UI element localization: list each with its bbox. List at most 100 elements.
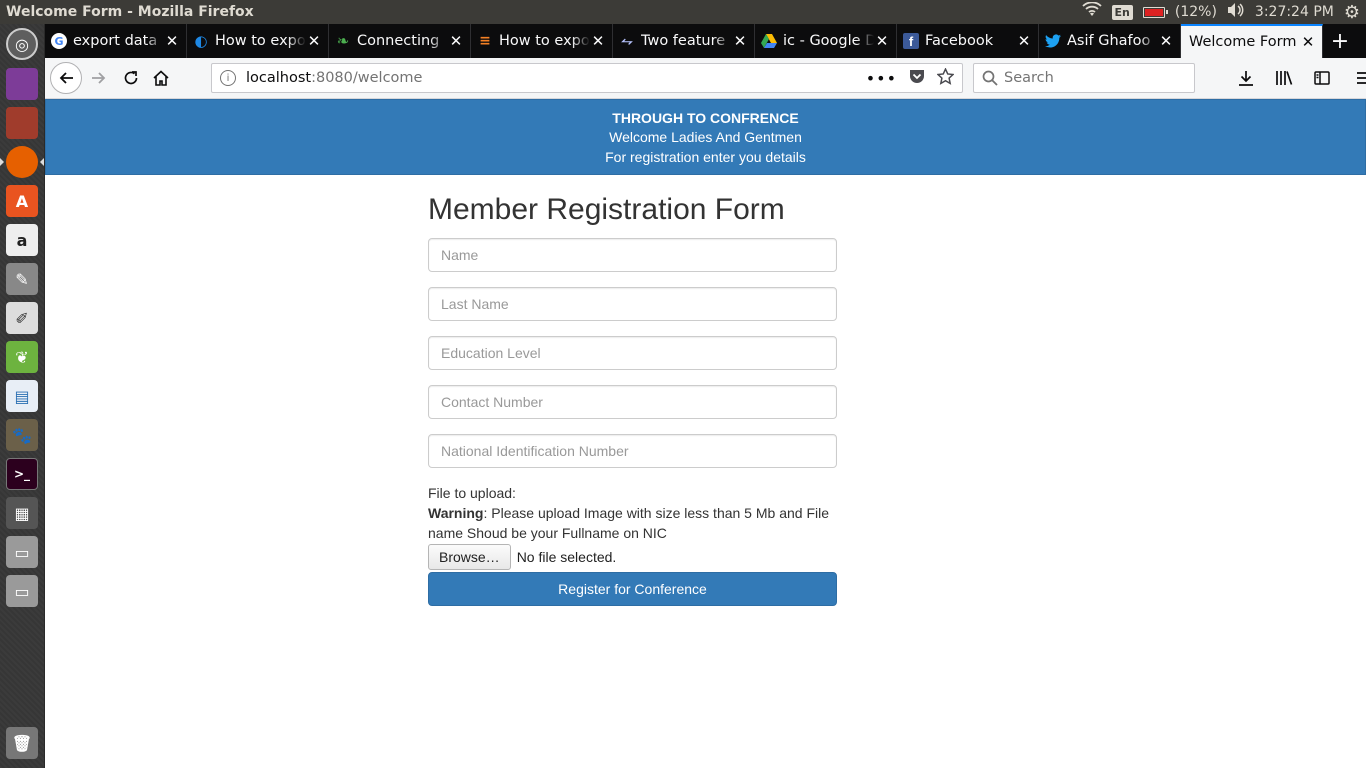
software-center-icon[interactable]: A <box>6 185 38 217</box>
tab[interactable]: ic - Google D ✕ <box>755 24 897 58</box>
libreoffice-writer-icon[interactable]: ▤ <box>6 380 38 412</box>
drive-icon-1[interactable]: ▭ <box>6 536 38 568</box>
tab[interactable]: ≡ How to expo ✕ <box>471 24 613 58</box>
tab[interactable]: f Facebook ✕ <box>897 24 1039 58</box>
focused-indicator <box>40 158 44 166</box>
upload-warning: Warning: Please upload Image with size l… <box>428 503 837 543</box>
terminal-icon[interactable]: >_ <box>6 458 38 490</box>
firefox-icon[interactable] <box>6 146 38 178</box>
header-banner: THROUGH TO CONFRENCE Welcome Ladies And … <box>45 99 1366 175</box>
contact-number-input[interactable] <box>428 385 837 419</box>
file-status: No file selected. <box>516 549 617 565</box>
ubuntu-dash-icon[interactable]: ◎ <box>6 28 38 60</box>
tab[interactable]: Asif Ghafoo ✕ <box>1039 24 1181 58</box>
banner-welcome: Welcome Ladies And Gentmen <box>609 129 802 145</box>
close-tab-icon[interactable]: ✕ <box>1016 32 1032 50</box>
url-path: :8080/welcome <box>311 70 423 86</box>
top-panel: Welcome Form - Mozilla Firefox En (12%) … <box>0 0 1366 24</box>
close-tab-icon[interactable]: ✕ <box>306 32 322 50</box>
banner-instructions: For registration enter you details <box>605 149 806 165</box>
tab[interactable]: ⥊ Two feature ✕ <box>613 24 755 58</box>
settings-tools-icon[interactable]: ✎ <box>6 263 38 295</box>
search-bar[interactable] <box>973 63 1195 93</box>
tab-title: How to expo <box>215 33 306 49</box>
upload-section: File to upload: Warning: Please upload I… <box>428 483 837 570</box>
library-button[interactable] <box>1269 63 1299 93</box>
close-tab-icon[interactable]: ✕ <box>590 32 606 50</box>
tab[interactable]: G export data ✕ <box>45 24 187 58</box>
close-tab-icon[interactable]: ✕ <box>1300 33 1316 51</box>
trash-icon[interactable]: 🗑 <box>6 727 38 759</box>
new-tab-button[interactable]: + <box>1325 24 1355 58</box>
volume-icon[interactable] <box>1227 2 1245 22</box>
search-input[interactable] <box>1004 70 1194 86</box>
hamburger-menu-icon <box>1357 72 1366 84</box>
pocket-icon[interactable] <box>909 68 925 88</box>
system-gear-icon[interactable]: ⚙ <box>1344 2 1360 23</box>
google-drive-icon <box>761 33 777 49</box>
close-tab-icon[interactable]: ✕ <box>732 32 748 50</box>
close-tab-icon[interactable]: ✕ <box>1158 32 1174 50</box>
keyboard-layout-indicator[interactable]: En <box>1111 4 1133 20</box>
drive-icon-2[interactable]: ▭ <box>6 575 38 607</box>
back-arrow-icon <box>59 72 73 84</box>
close-tab-icon[interactable]: ✕ <box>164 32 180 50</box>
menu-button[interactable] <box>1349 63 1366 93</box>
tab-strip: G export data ✕ ◐ How to expo ✕ ❧ Connec… <box>45 24 1366 58</box>
page-content: THROUGH TO CONFRENCE Welcome Ladies And … <box>45 99 1366 768</box>
reload-icon <box>124 71 138 85</box>
url-host: localhost <box>246 70 312 86</box>
blue-swirl-icon: ◐ <box>194 32 208 50</box>
window-title: Welcome Form - Mozilla Firefox <box>6 4 254 20</box>
github-icon: ⥊ <box>621 33 633 49</box>
wifi-icon[interactable] <box>1081 1 1102 22</box>
workspace-switcher-icon[interactable] <box>6 68 38 100</box>
url-bar[interactable]: i localhost:8080/welcome ••• <box>211 63 963 93</box>
upload-label: File to upload: <box>428 485 516 501</box>
browse-button[interactable]: Browse… <box>428 544 511 570</box>
clock[interactable]: 3:27:24 PM <box>1255 4 1334 20</box>
amazon-icon[interactable]: a <box>6 224 38 256</box>
name-input[interactable] <box>428 238 837 272</box>
forward-arrow-icon <box>92 72 106 84</box>
bookmark-star-icon[interactable] <box>936 66 955 89</box>
banner-title: THROUGH TO CONFRENCE <box>612 110 799 126</box>
close-tab-icon[interactable]: ✕ <box>874 32 890 50</box>
education-level-input[interactable] <box>428 336 837 370</box>
tab-title: Facebook <box>925 33 994 49</box>
launcher: ◎ A a ✎ ✐ ❦ ▤ 🐾 >_ ▦ ▭ ▭ 🗑 <box>0 24 45 768</box>
last-name-input[interactable] <box>428 287 837 321</box>
page-actions-icon[interactable]: ••• <box>866 69 897 88</box>
site-info-icon[interactable]: i <box>220 70 236 86</box>
tab-title: Two feature <box>641 33 726 49</box>
back-button[interactable] <box>50 62 82 94</box>
register-button[interactable]: Register for Conference <box>428 572 837 606</box>
stackoverflow-icon: ≡ <box>479 33 491 49</box>
reload-button[interactable] <box>116 63 146 93</box>
text-editor-icon[interactable]: ✐ <box>6 302 38 334</box>
battery-icon[interactable] <box>1142 6 1168 18</box>
library-icon <box>1276 71 1293 85</box>
nic-input[interactable] <box>428 434 837 468</box>
files-icon[interactable] <box>6 107 38 139</box>
tab-title: How to expo <box>499 33 590 49</box>
home-button[interactable] <box>146 63 176 93</box>
home-icon <box>153 70 169 86</box>
tab-title: Welcome Form <box>1189 34 1297 50</box>
facebook-icon: f <box>903 33 919 49</box>
tab[interactable]: ❧ Connecting ✕ <box>329 24 471 58</box>
battery-percent: (12%) <box>1174 4 1217 20</box>
download-icon <box>1239 71 1253 86</box>
tab-active[interactable]: Welcome Form ✕ <box>1181 24 1323 58</box>
sidebar-button[interactable] <box>1307 63 1337 93</box>
forward-button[interactable] <box>84 63 114 93</box>
gimp-icon[interactable]: 🐾 <box>6 419 38 451</box>
workspaces-icon[interactable]: ▦ <box>6 497 38 529</box>
search-icon <box>982 70 998 86</box>
downloads-button[interactable] <box>1231 63 1261 93</box>
close-tab-icon[interactable]: ✕ <box>448 32 464 50</box>
warning-text: : Please upload Image with size less tha… <box>428 505 830 541</box>
spring-tool-icon[interactable]: ❦ <box>6 341 38 373</box>
tab[interactable]: ◐ How to expo ✕ <box>187 24 329 58</box>
tab-title: Connecting <box>357 33 440 49</box>
